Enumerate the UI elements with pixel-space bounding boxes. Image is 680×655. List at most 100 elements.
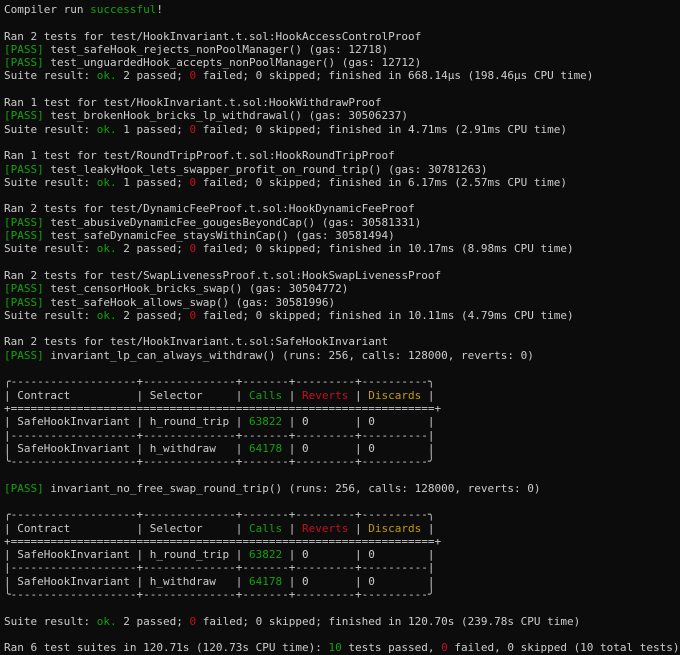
terminal-text: Ran 2 tests for test/DynamicFeeProof.t.s… <box>4 202 415 216</box>
terminal-text: test_leakyHook_lets_swapper_profit_on_ro… <box>43 162 488 176</box>
terminal-text: [PASS] <box>4 162 44 176</box>
terminal-text: | <box>282 388 303 402</box>
terminal-line: Suite result: ok. 1 passed; 0 failed; 0 … <box>4 176 680 189</box>
terminal-text: test_brokenHook_bricks_lp_withdrawal() (… <box>43 109 408 123</box>
terminal-line: | SafeHookInvariant | h_withdraw | 64178… <box>4 575 680 588</box>
terminal-text: ok. <box>96 614 117 628</box>
terminal-text: | <box>421 388 435 402</box>
terminal-text: failed, 0 skipped (10 total tests) <box>447 641 680 655</box>
terminal-text: Suite result: <box>4 175 97 189</box>
terminal-text: ╰-------------------+--------------+----… <box>4 588 435 602</box>
terminal-line: +=======================================… <box>4 402 680 415</box>
terminal-line: ╭-------------------+--------------+----… <box>4 375 680 388</box>
terminal-line: Ran 2 tests for test/HookInvariant.t.sol… <box>4 30 680 43</box>
terminal-line: [PASS] invariant_lp_can_always_withdraw(… <box>4 349 680 362</box>
terminal-text: test_unguardedHook_accepts_nonPoolManage… <box>43 56 422 70</box>
terminal-text: Compiler run <box>4 3 91 16</box>
terminal-text: | <box>348 388 369 402</box>
terminal-line: |-------------------+--------------+----… <box>4 561 680 574</box>
terminal-output[interactable]: Compiler run successful! Ran 2 tests for… <box>0 0 680 655</box>
terminal-text: 2 passed; <box>116 308 190 322</box>
terminal-line: Suite result: ok. 1 passed; 0 failed; 0 … <box>4 123 680 136</box>
terminal-text: failed; 0 skipped; finished in 10.17ms (… <box>196 242 574 256</box>
terminal-text: failed; 0 skipped; finished in 668.14µs … <box>196 69 594 83</box>
terminal-line: [PASS] test_safeHook_allows_swap() (gas:… <box>4 296 680 309</box>
terminal-text: 2 passed; <box>116 69 190 83</box>
terminal-text: Discards <box>368 388 422 402</box>
terminal-line: | Contract | Selector | Calls | Reverts … <box>4 522 680 535</box>
terminal-text: | Contract | Selector | <box>4 521 250 535</box>
terminal-text: ╭-------------------+--------------+----… <box>4 508 435 522</box>
terminal-text: Calls <box>249 388 283 402</box>
terminal-text: Reverts <box>302 521 349 535</box>
terminal-text: Suite result: <box>4 308 97 322</box>
terminal-text: | 0 | 0 | <box>282 574 435 588</box>
terminal-text: 10 <box>328 641 342 655</box>
terminal-text: | SafeHookInvariant | h_round_trip | <box>4 415 250 429</box>
terminal-text: test_censorHook_bricks_swap() (gas: 3050… <box>43 282 349 296</box>
terminal-text: | <box>282 521 303 535</box>
terminal-text: ! <box>156 3 163 16</box>
terminal-text: |-------------------+--------------+----… <box>4 428 435 442</box>
terminal-line: ╰-------------------+--------------+----… <box>4 588 680 601</box>
terminal-text: | SafeHookInvariant | h_withdraw | <box>4 574 250 588</box>
terminal-text: Suite result: <box>4 69 97 83</box>
terminal-text: ok. <box>96 308 117 322</box>
terminal-text: Suite result: <box>4 614 97 628</box>
terminal-text: | Contract | Selector | <box>4 388 250 402</box>
terminal-text: invariant_lp_can_always_withdraw() (runs… <box>43 348 534 362</box>
terminal-text: Ran 2 tests for test/SwapLivenessProof.t… <box>4 268 442 282</box>
terminal-text: Ran 6 test suites in 120.71s (120.73s CP… <box>4 641 329 655</box>
terminal-text: |-------------------+--------------+----… <box>4 561 435 575</box>
terminal-text: [PASS] <box>4 282 44 296</box>
terminal-line: [PASS] test_abusiveDynamicFee_gougesBeyo… <box>4 216 680 229</box>
terminal-line: [PASS] test_brokenHook_bricks_lp_withdra… <box>4 109 680 122</box>
terminal-line: |-------------------+--------------+----… <box>4 429 680 442</box>
terminal-text: 2 passed; <box>116 242 190 256</box>
terminal-text: ok. <box>96 242 117 256</box>
terminal-text: Ran 1 test for test/HookInvariant.t.sol:… <box>4 96 382 110</box>
terminal-text: 64178 <box>249 441 283 455</box>
terminal-line: Ran 6 test suites in 120.71s (120.73s CP… <box>4 641 680 654</box>
terminal-line: +=======================================… <box>4 535 680 548</box>
terminal-text: successful <box>90 3 157 16</box>
terminal-text: | <box>421 521 435 535</box>
terminal-text: 63822 <box>249 415 283 429</box>
terminal-text: test_abusiveDynamicFee_gougesBeyondCap()… <box>43 215 422 229</box>
terminal-text: Suite result: <box>4 242 97 256</box>
terminal-text: | SafeHookInvariant | h_round_trip | <box>4 548 250 562</box>
terminal-text: [PASS] <box>4 56 44 70</box>
terminal-line: Ran 1 test for test/RoundTripProof.t.sol… <box>4 149 680 162</box>
terminal-text: | SafeHookInvariant | h_withdraw | <box>4 441 250 455</box>
terminal-line: | SafeHookInvariant | h_withdraw | 64178… <box>4 442 680 455</box>
terminal-text: ╭-------------------+--------------+----… <box>4 375 435 389</box>
terminal-line: Suite result: ok. 2 passed; 0 failed; 0 … <box>4 615 680 628</box>
terminal-text: ╰-------------------+--------------+----… <box>4 455 435 469</box>
terminal-text: Ran 2 tests for test/HookInvariant.t.sol… <box>4 335 389 349</box>
terminal-text: | 0 | 0 | <box>282 415 435 429</box>
terminal-line: Ran 2 tests for test/HookInvariant.t.sol… <box>4 335 680 348</box>
terminal-text: failed; 0 skipped; finished in 4.71ms (2… <box>196 122 567 136</box>
terminal-text: test_safeHook_allows_swap() (gas: 305819… <box>43 295 336 309</box>
terminal-text: tests passed, <box>341 641 442 655</box>
terminal-line: ╰-------------------+--------------+----… <box>4 455 680 468</box>
terminal-text: | 0 | 0 | <box>282 441 435 455</box>
terminal-text: +=======================================… <box>4 401 442 415</box>
terminal-line: [PASS] test_safeDynamicFee_staysWithinCa… <box>4 229 680 242</box>
terminal-text: Calls <box>249 521 283 535</box>
terminal-text: [PASS] <box>4 295 44 309</box>
terminal-line: [PASS] test_unguardedHook_accepts_nonPoo… <box>4 56 680 69</box>
terminal-text: [PASS] <box>4 348 44 362</box>
terminal-line: Suite result: ok. 2 passed; 0 failed; 0 … <box>4 242 680 255</box>
terminal-text: [PASS] <box>4 109 44 123</box>
terminal-line: [PASS] test_censorHook_bricks_swap() (ga… <box>4 282 680 295</box>
terminal-text: Suite result: <box>4 122 97 136</box>
terminal-text: | 0 | 0 | <box>282 548 435 562</box>
terminal-text: 1 passed; <box>116 175 190 189</box>
